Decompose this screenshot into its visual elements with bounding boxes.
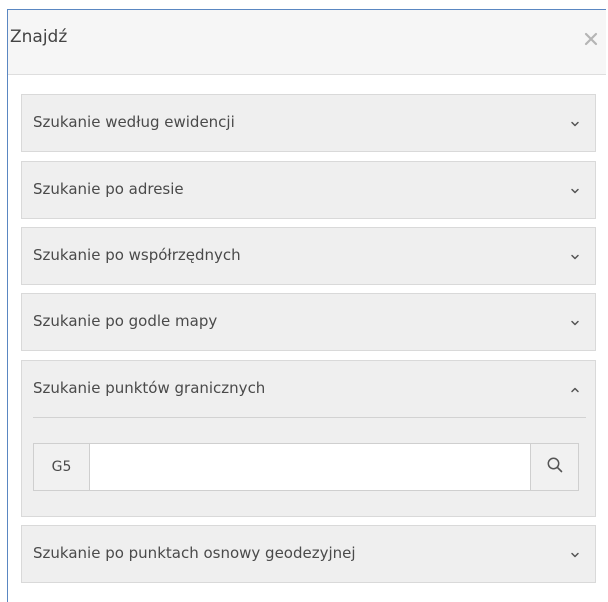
section-label: Szukanie według ewidencji <box>33 113 235 131</box>
section-header-search-boundary-points[interactable]: Szukanie punktów granicznych <box>22 361 595 417</box>
chevron-down-icon <box>569 248 581 260</box>
section-search-by-coordinates: Szukanie po współrzędnych <box>21 227 596 285</box>
section-header-search-by-register[interactable]: Szukanie według ewidencji <box>22 95 595 151</box>
boundary-point-search-input[interactable] <box>90 444 530 490</box>
chevron-up-icon <box>569 381 581 393</box>
section-search-by-address: Szukanie po adresie <box>21 161 596 219</box>
panel-title: Znajdź <box>10 27 68 47</box>
section-search-geodetic-control-points: Szukanie po punktach osnowy geodezyjnej <box>21 525 596 583</box>
section-search-by-map-sheet: Szukanie po godle mapy <box>21 293 596 351</box>
section-label: Szukanie po godle mapy <box>33 312 218 330</box>
section-header-search-by-address[interactable]: Szukanie po adresie <box>22 162 595 218</box>
section-divider <box>33 417 586 418</box>
chevron-down-icon <box>569 314 581 326</box>
panel-header: Znajdź <box>8 10 606 75</box>
chevron-down-icon <box>569 182 581 194</box>
chevron-down-icon <box>569 115 581 127</box>
section-label: Szukanie po adresie <box>33 180 184 198</box>
section-search-boundary-points: Szukanie punktów granicznych G5 <box>21 360 596 517</box>
section-header-search-by-map-sheet[interactable]: Szukanie po godle mapy <box>22 294 595 350</box>
close-icon[interactable] <box>582 30 600 48</box>
section-label: Szukanie po punktach osnowy geodezyjnej <box>33 544 356 562</box>
search-icon <box>546 456 564 478</box>
section-label: Szukanie po współrzędnych <box>33 246 241 264</box>
section-label: Szukanie punktów granicznych <box>33 379 266 397</box>
section-header-search-by-coordinates[interactable]: Szukanie po współrzędnych <box>22 228 595 284</box>
boundary-point-search-group: G5 <box>33 443 579 491</box>
section-search-by-register: Szukanie według ewidencji <box>21 94 596 152</box>
search-button[interactable] <box>530 444 578 490</box>
search-prefix-label: G5 <box>34 444 90 490</box>
chevron-down-icon <box>569 546 581 558</box>
section-header-search-geodetic-control-points[interactable]: Szukanie po punktach osnowy geodezyjnej <box>22 526 595 582</box>
